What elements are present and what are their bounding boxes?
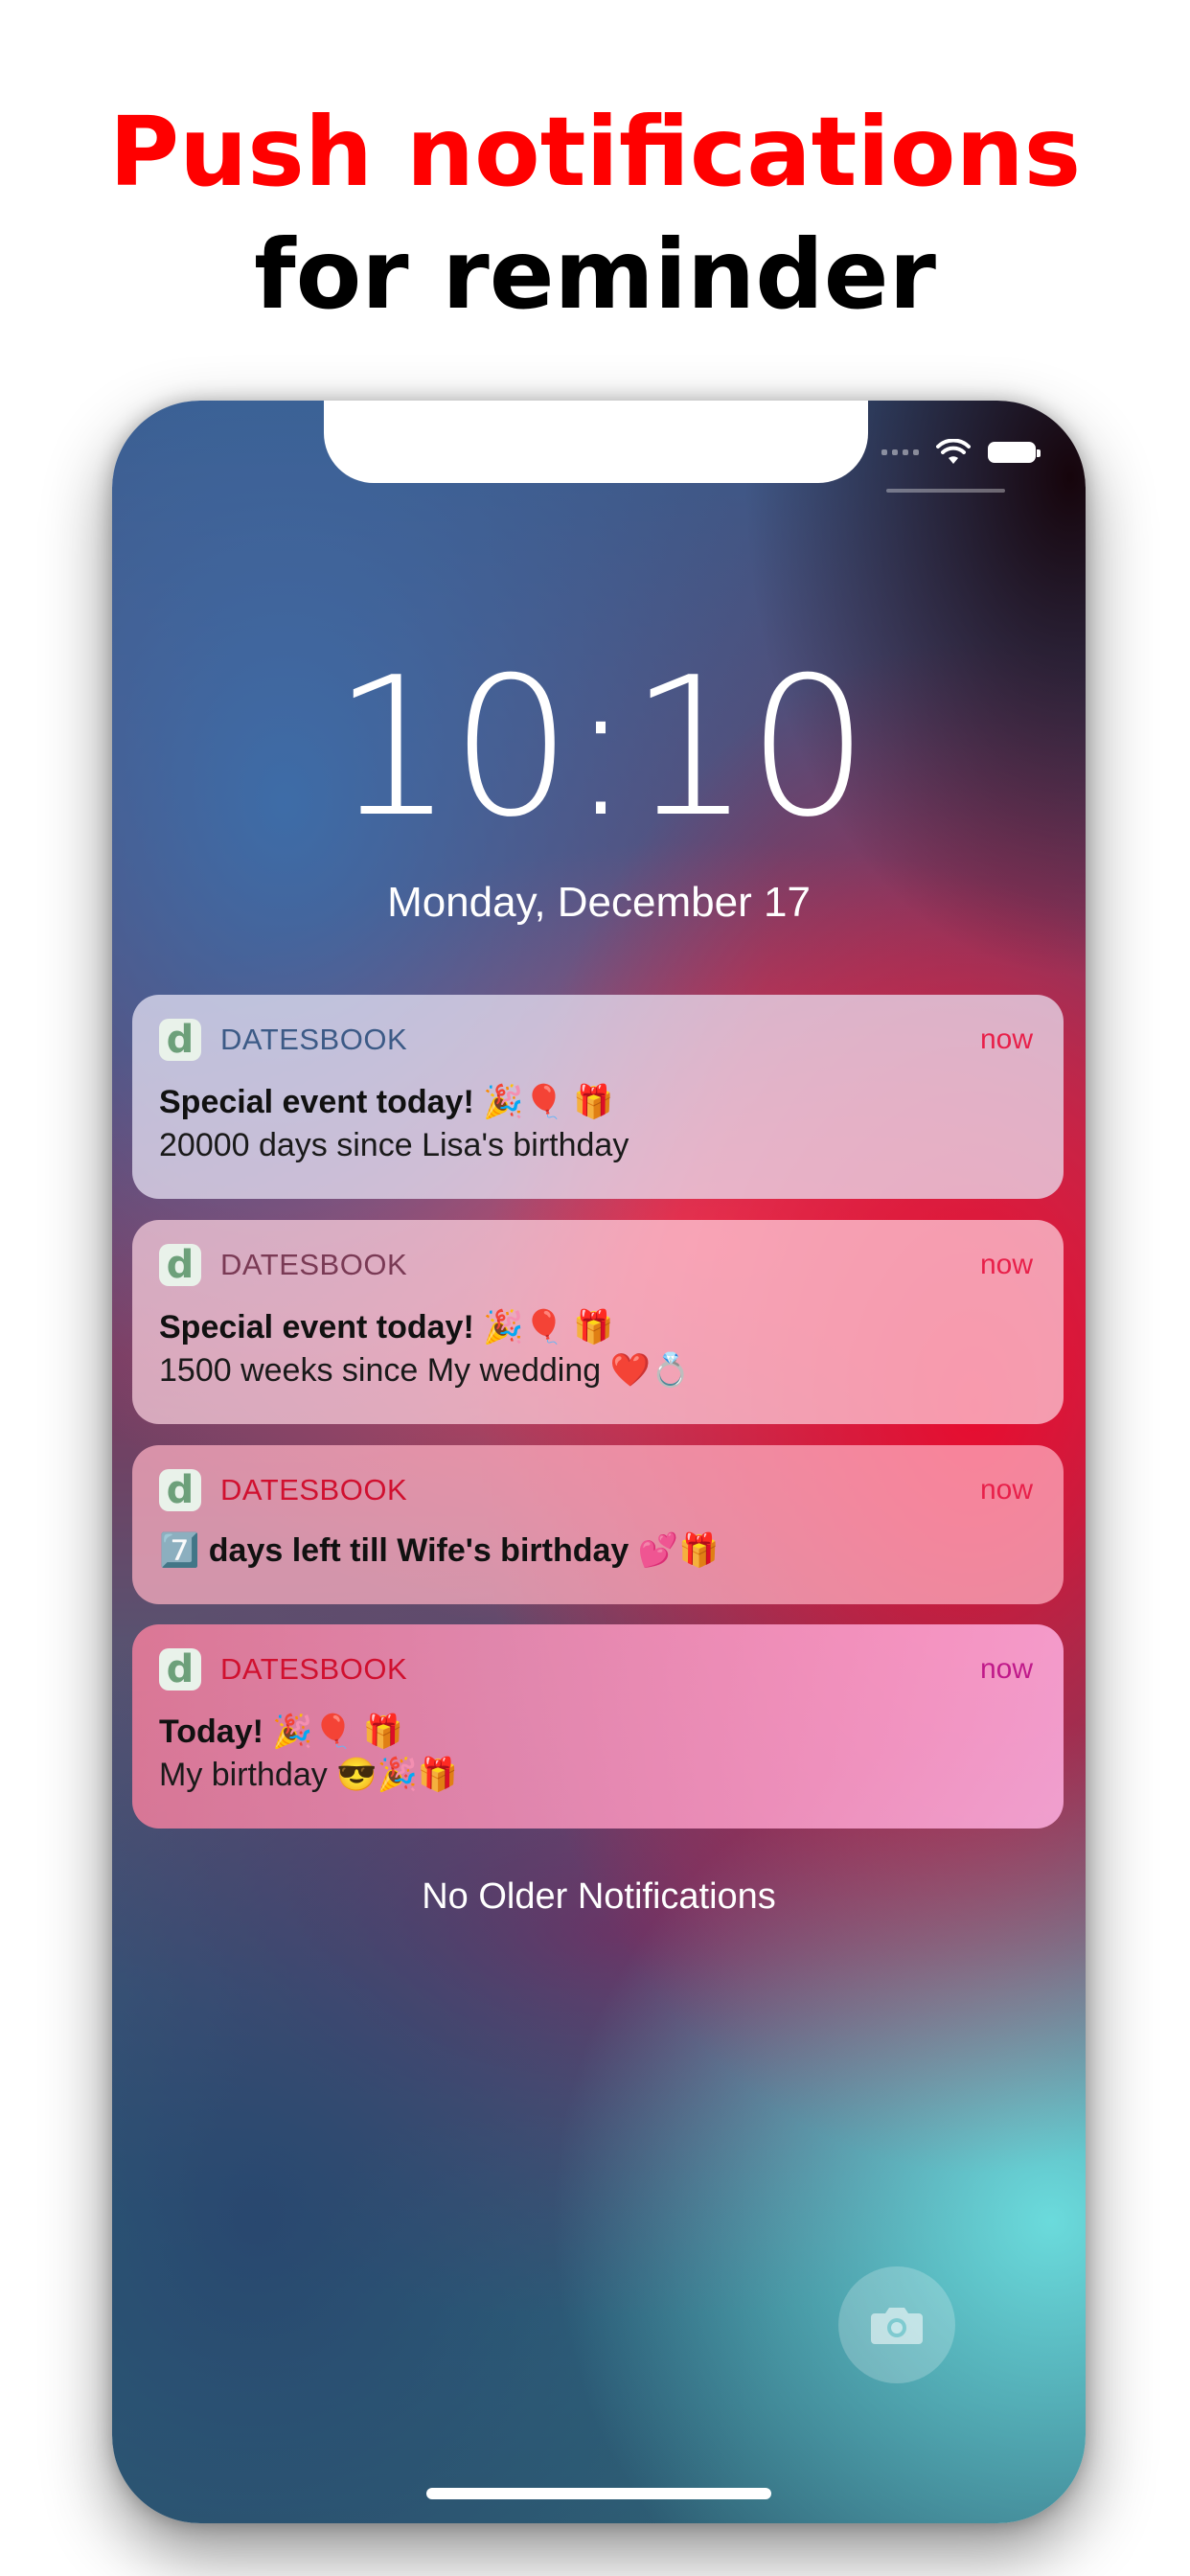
notification-header: d DATESBOOK now <box>159 1016 1033 1064</box>
no-older-notifications-label: No Older Notifications <box>422 1876 776 1917</box>
notification-card[interactable]: d DATESBOOK now Today! 🎉🎈 🎁 My birthday … <box>132 1624 1064 1828</box>
camera-button[interactable] <box>838 2266 955 2383</box>
notification-body: My birthday 😎🎉🎁 <box>159 1757 459 1793</box>
notification-card[interactable]: d DATESBOOK now Special event today! 🎉🎈 … <box>132 1220 1064 1424</box>
notification-body: 1500 weeks since My wedding ❤️💍 <box>159 1352 692 1389</box>
notification-body: 20000 days since Lisa's birthday <box>159 1127 629 1163</box>
notification-time: now <box>979 1024 1033 1055</box>
phone-notch <box>324 401 868 483</box>
lock-date: Monday, December 17 <box>387 879 811 926</box>
headline-line-2: for reminder <box>254 218 936 331</box>
notification-time: now <box>979 1474 1033 1506</box>
headline-line-1: Push notifications <box>108 96 1082 208</box>
datesbook-app-icon: d <box>159 1019 201 1061</box>
notification-card[interactable]: d DATESBOOK now 7️⃣ days left till Wife'… <box>132 1445 1064 1604</box>
notification-time: now <box>979 1249 1033 1280</box>
camera-icon <box>871 2308 923 2344</box>
notification-time: now <box>979 1653 1033 1685</box>
datesbook-app-icon: d <box>159 1469 201 1511</box>
notification-app-name: DATESBOOK <box>220 1473 408 1506</box>
lock-clock: 10:10 <box>332 636 869 860</box>
notification-title: Today! 🎉🎈 🎁 <box>159 1714 403 1750</box>
notification-title: Special event today! 🎉🎈 🎁 <box>159 1309 614 1346</box>
phone-screen: 10:10 Monday, December 17 d DATESBOOK no… <box>112 401 1086 2523</box>
datesbook-app-icon: d <box>159 1244 201 1286</box>
notification-app-name: DATESBOOK <box>220 1248 408 1281</box>
home-indicator[interactable] <box>426 2488 771 2499</box>
battery-icon <box>988 442 1041 463</box>
notification-header: d DATESBOOK now <box>159 1241 1033 1289</box>
notification-header: d DATESBOOK now <box>159 1466 1033 1514</box>
status-bar <box>881 439 1041 466</box>
signal-icon <box>881 449 919 455</box>
notification-card[interactable]: d DATESBOOK now Special event today! 🎉🎈 … <box>132 995 1064 1199</box>
notification-title: Special event today! 🎉🎈 🎁 <box>159 1084 614 1120</box>
wifi-icon <box>936 439 971 464</box>
datesbook-app-icon: d <box>159 1648 201 1690</box>
notification-title: 7️⃣ days left till Wife's birthday 💕🎁 <box>159 1532 720 1569</box>
notification-app-name: DATESBOOK <box>220 1652 408 1686</box>
notification-app-name: DATESBOOK <box>220 1023 408 1056</box>
headline: Push notifications for reminder <box>0 91 1190 336</box>
status-indicator-line <box>886 489 1005 493</box>
notification-header: d DATESBOOK now <box>159 1645 1033 1693</box>
